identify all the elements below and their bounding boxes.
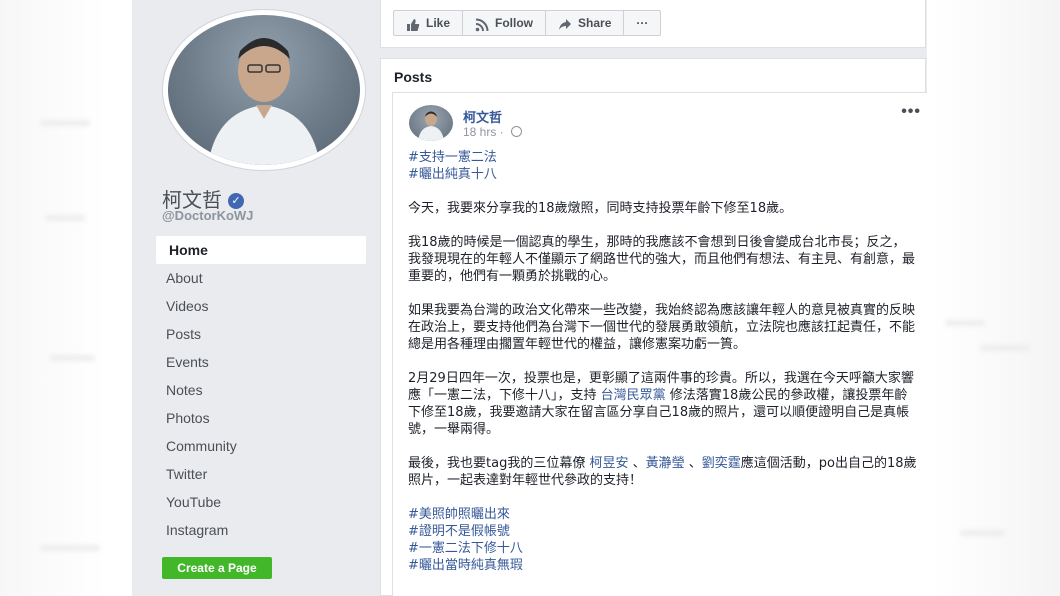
facebook-page-screenshot: 柯文哲 ✓ @DoctorKoWJ Home About Videos Posts…: [132, 0, 927, 596]
paragraph-text: 最後，我也要tag我的三位幕僚: [408, 456, 590, 471]
thumbs-up-icon: [406, 16, 420, 31]
post-paragraph-2: 我18歲的時候是一個認真的學生，那時的我應該不會想到日後會變成台北市長；反之，我…: [408, 235, 916, 284]
post-card: 柯文哲 18 hrs · ••• #支持一憲二法 #曬出純真十八 今天，我要來分…: [392, 92, 927, 596]
nav-item-youtube[interactable]: YouTube: [156, 488, 366, 516]
post-paragraph-1: 今天，我要來分享我的18歲燉照，同時支持投票年齡下修至18歲。: [408, 201, 793, 216]
post-timestamp[interactable]: 18 hrs ·: [463, 125, 523, 139]
mention-link[interactable]: 台灣民眾黨: [601, 388, 666, 403]
more-options-button[interactable]: ···: [624, 11, 660, 35]
nav-item-posts[interactable]: Posts: [156, 320, 366, 348]
post-time-text: 18 hrs ·: [463, 125, 508, 139]
hashtag-block-bottom: #美照帥照曬出來 #證明不是假帳號 #一憲二法下修十八 #曬出當時純真無瑕: [408, 506, 918, 574]
share-label: Share: [578, 16, 612, 30]
nav-item-videos[interactable]: Videos: [156, 292, 366, 320]
blur-line: [50, 355, 95, 361]
hashtag-link[interactable]: #曬出當時純真無瑕: [408, 557, 918, 574]
paragraph-text: 、: [628, 456, 646, 471]
left-sidebar: 柯文哲 ✓ @DoctorKoWJ Home About Videos Posts…: [132, 0, 377, 596]
page-handle: @DoctorKoWJ: [162, 208, 254, 223]
post-body: #支持一憲二法 #曬出純真十八 今天，我要來分享我的18歲燉照，同時支持投票年齡…: [408, 149, 918, 591]
post-paragraph-3: 如果我要為台灣的政治文化帶來一些改變，我始終認為應該讓年輕人的意見被真實的反映在…: [408, 303, 916, 352]
hashtag-link[interactable]: #支持一憲二法: [408, 149, 918, 166]
follow-label: Follow: [495, 16, 534, 30]
nav-item-photos[interactable]: Photos: [156, 404, 366, 432]
profile-picture: [168, 15, 360, 165]
blur-line: [960, 530, 1005, 536]
hashtag-block-top: #支持一憲二法 #曬出純真十八: [408, 149, 918, 183]
share-button[interactable]: Share: [546, 11, 625, 35]
portrait-illustration: [208, 38, 320, 165]
hashtag-link[interactable]: #證明不是假帳號: [408, 523, 918, 540]
posts-title: Posts: [394, 69, 433, 85]
globe-icon: [511, 126, 523, 137]
profile-picture-frame[interactable]: [163, 10, 365, 170]
blur-line: [45, 215, 85, 221]
nav-item-about[interactable]: About: [156, 264, 366, 292]
blur-line: [980, 345, 1030, 351]
nav-item-events[interactable]: Events: [156, 348, 366, 376]
post-options-icon[interactable]: •••: [901, 103, 921, 121]
more-dots-icon: ···: [636, 16, 649, 30]
hashtag-link[interactable]: #一憲二法下修十八: [408, 540, 918, 557]
post-author-name[interactable]: 柯文哲: [463, 107, 502, 126]
share-arrow-icon: [558, 16, 572, 30]
post-paragraph-5: 最後，我也要tag我的三位幕僚 柯昱安 、黃瀞瑩 、劉奕霆應這個活動，po出自己…: [408, 455, 918, 489]
post-container: 柯文哲 18 hrs · ••• #支持一憲二法 #曬出純真十八 今天，我要來分…: [380, 92, 927, 596]
blur-line: [40, 120, 90, 126]
nav-item-notes[interactable]: Notes: [156, 376, 366, 404]
mention-link[interactable]: 黃瀞瑩: [646, 456, 685, 471]
page-action-bar: Like Follow Share ···: [380, 0, 926, 48]
hashtag-link[interactable]: #美照帥照曬出來: [408, 506, 918, 523]
nav-item-home[interactable]: Home: [156, 236, 366, 264]
mention-link[interactable]: 劉奕霆: [702, 456, 741, 471]
post-author-avatar[interactable]: [409, 105, 453, 141]
blur-line: [945, 320, 985, 326]
follow-button[interactable]: Follow: [463, 11, 547, 35]
create-page-button[interactable]: Create a Page: [162, 557, 272, 579]
rss-follow-icon: [475, 16, 489, 32]
paragraph-text: 、: [684, 456, 702, 471]
page-nav: Home About Videos Posts Events Notes Pho…: [156, 236, 366, 544]
mini-portrait-illustration: [418, 111, 444, 141]
nav-item-community[interactable]: Community: [156, 432, 366, 460]
like-button[interactable]: Like: [394, 11, 464, 35]
nav-item-twitter[interactable]: Twitter: [156, 460, 366, 488]
post-paragraph-4: 2月29日四年一次，投票也是，更彰顯了這兩件事的珍貴。所以，我選在今天呼籲大家響…: [408, 370, 918, 438]
like-label: Like: [426, 16, 451, 30]
action-button-group: Like Follow Share ···: [393, 10, 662, 36]
verified-badge-icon: ✓: [228, 193, 244, 209]
mention-link[interactable]: 柯昱安: [589, 456, 628, 471]
nav-item-instagram[interactable]: Instagram: [156, 516, 366, 544]
hashtag-link[interactable]: #曬出純真十八: [408, 166, 918, 183]
blur-line: [40, 545, 100, 551]
